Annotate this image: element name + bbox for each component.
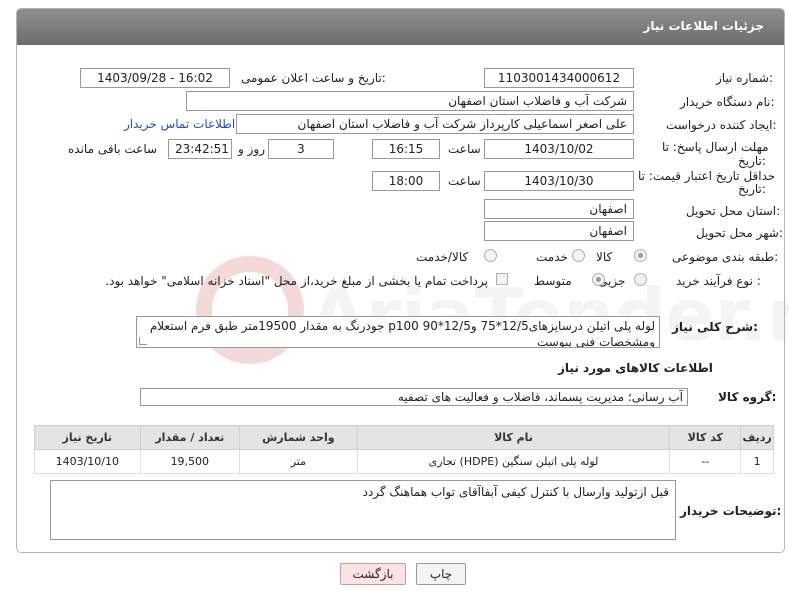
items-table-header: ردیف کد کالا نام کالا واحد شمارش تعداد /… [34,425,774,450]
cell-code: -- [669,449,742,474]
treasury-payment-note: پرداخت تمام یا بخشی از مبلغ خرید،از محل … [105,274,488,288]
panel-header: جزئیات اطلاعات نیاز [17,9,784,45]
buyer-notes-label: توضیحات خریدار: [680,504,782,518]
reply-deadline-label-line1: مهلت ارسال پاسخ: تا [662,140,769,154]
reply-date-field: 1403/10/02 [484,139,634,159]
need-number-field: 1103001434000612 [484,68,634,88]
category-radio-goods-service[interactable] [484,249,497,262]
buyer-org-field: شرکت آب و فاضلاب استان اصفهان [186,91,634,111]
print-button[interactable]: چاپ [416,563,466,585]
category-option-goods: کالا [596,250,613,264]
general-desc-text: لوله پلی اتیلن درسایزهای12/5*75 و12/5*90… [149,319,655,348]
reply-time-field: 16:15 [372,139,440,159]
need-number-label: شماره نیاز: [716,71,774,85]
panel-title: جزئیات اطلاعات نیاز [643,19,764,33]
price-validity-date-field: 1403/10/30 [484,171,634,191]
cell-unit: متر [239,449,358,474]
category-radio-goods[interactable] [634,249,647,262]
requester-field: علی اصغر اسماعیلی کارپرداز شرکت آب و فاض… [236,114,634,134]
category-option-goods-service: کالا/خدمت [416,250,469,264]
delivery-province-label: استان محل تحویل: [686,204,781,218]
buyer-org-label: نام دستگاه خریدار: [680,95,775,109]
buyer-notes-field: قبل ازتولید وارسال با کنترل کیفی آبفاآقا… [50,480,676,540]
table-row: 1 -- لوله پلی اتیلن سنگین (HDPE) تجاری م… [34,449,774,474]
category-label: طبقه بندی موضوعی: [672,250,779,264]
delivery-province-field: اصفهان [484,199,634,219]
process-type-label: نوع فرآیند خرید : [676,274,761,288]
items-table: ردیف کد کالا نام کالا واحد شمارش تعداد /… [34,425,774,474]
days-and-label: روز و [238,142,265,156]
cell-need-date: 1403/10/10 [34,449,141,474]
goods-group-field: آب رسانی؛ مدیریت پسماند، فاضلاب و فعالیت… [140,388,688,406]
reply-deadline-label-line2: تاریخ: [738,154,766,168]
price-validity-time-label: ساعت [448,174,481,188]
announce-datetime-label: تاریخ و ساعت اعلان عمومی: [241,71,386,85]
process-radio-minor[interactable] [634,273,647,286]
general-desc-label: شرح کلی نیاز: [672,320,758,334]
col-quantity: تعداد / مقدار [139,425,241,450]
process-radio-medium[interactable] [592,273,605,286]
reply-days-field: 3 [268,139,334,159]
col-row: ردیف [740,425,774,450]
cell-quantity: 19,500 [139,449,241,474]
category-option-service: خدمت [536,250,568,264]
reply-time-label: ساعت [448,142,481,156]
delivery-city-field: اصفهان [484,221,634,241]
goods-info-heading: اطلاعات کالاهای مورد نیاز [558,361,713,375]
requester-label: ایجاد کننده درخواست: [666,118,777,132]
col-name: نام کالا [356,425,671,450]
category-radio-service[interactable] [572,249,585,262]
price-validity-time-field: 18:00 [372,171,440,191]
delivery-city-label: شهر محل تحویل: [696,226,783,240]
col-need-date: تاریخ نیاز [34,425,141,450]
general-desc-field: لوله پلی اتیلن درسایزهای12/5*75 و12/5*90… [136,316,660,348]
resize-grip-icon[interactable] [139,337,147,345]
treasury-payment-checkbox[interactable] [496,273,508,285]
col-code: کد کالا [669,425,742,450]
goods-group-label: گروه کالا: [718,390,777,404]
remaining-label: ساعت باقی مانده [68,142,158,156]
back-button[interactable]: بازگشت [340,563,406,585]
price-validity-label-line2: تاریخ: [738,182,766,196]
remaining-time-field: 23:42:51 [168,139,232,159]
buyer-contact-link[interactable]: اطلاعات تماس خریدار [124,117,235,131]
announce-datetime-field: 1403/09/28 - 16:02 [80,68,230,88]
process-option-medium: متوسط [534,274,572,288]
col-unit: واحد شمارش [239,425,358,450]
price-validity-label-line1: حداقل تاریخ اعتبار قیمت: تا [638,169,776,183]
cell-name: لوله پلی اتیلن سنگین (HDPE) تجاری [356,449,671,474]
cell-row: 1 [740,449,774,474]
